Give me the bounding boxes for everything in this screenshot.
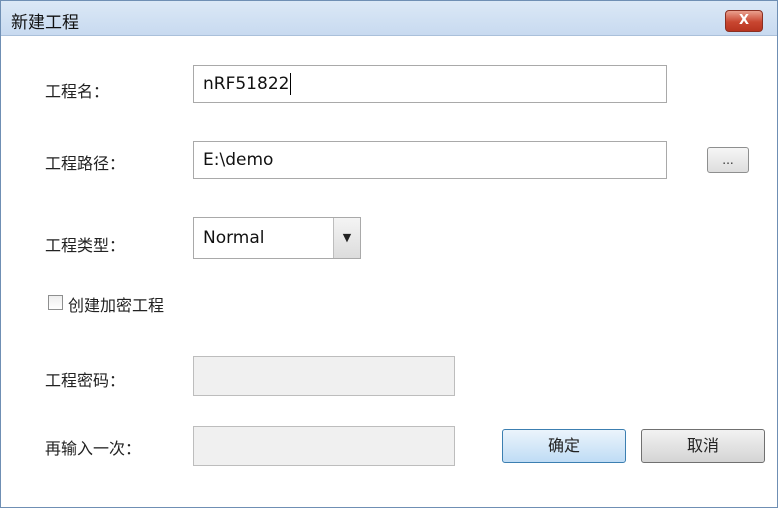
close-icon: X — [738, 13, 750, 28]
password-label: 工程密码： — [45, 371, 126, 390]
password-input — [193, 356, 455, 396]
project-name-label: 工程名： — [45, 82, 110, 101]
project-type-value: Normal — [203, 228, 265, 248]
encrypt-checkbox-label[interactable]: 创建加密工程 — [68, 292, 164, 316]
titlebar[interactable]: 新建工程 X — [1, 1, 777, 36]
encrypt-checkbox[interactable] — [48, 295, 63, 310]
ok-button[interactable]: 确定 — [502, 429, 626, 463]
project-name-input[interactable]: nRF51822 — [193, 65, 667, 103]
project-type-select[interactable]: Normal ▼ — [193, 217, 361, 259]
project-path-label: 工程路径： — [45, 154, 126, 173]
text-caret — [290, 73, 292, 95]
confirm-password-input — [193, 426, 455, 466]
close-button[interactable]: X — [725, 10, 763, 32]
cancel-button[interactable]: 取消 — [641, 429, 765, 463]
chevron-down-icon[interactable]: ▼ — [333, 218, 360, 258]
project-path-value: E:\demo — [203, 150, 274, 170]
project-type-label: 工程类型： — [45, 236, 126, 255]
browse-button[interactable]: ... — [707, 147, 749, 173]
project-path-input[interactable]: E:\demo — [193, 141, 667, 179]
new-project-dialog: 新建工程 X 工程名： nRF51822 工程路径： E:\demo ... 工… — [0, 0, 778, 508]
confirm-password-label: 再输入一次： — [45, 439, 142, 458]
project-name-value: nRF51822 — [203, 74, 290, 94]
dialog-title: 新建工程 — [11, 13, 79, 33]
